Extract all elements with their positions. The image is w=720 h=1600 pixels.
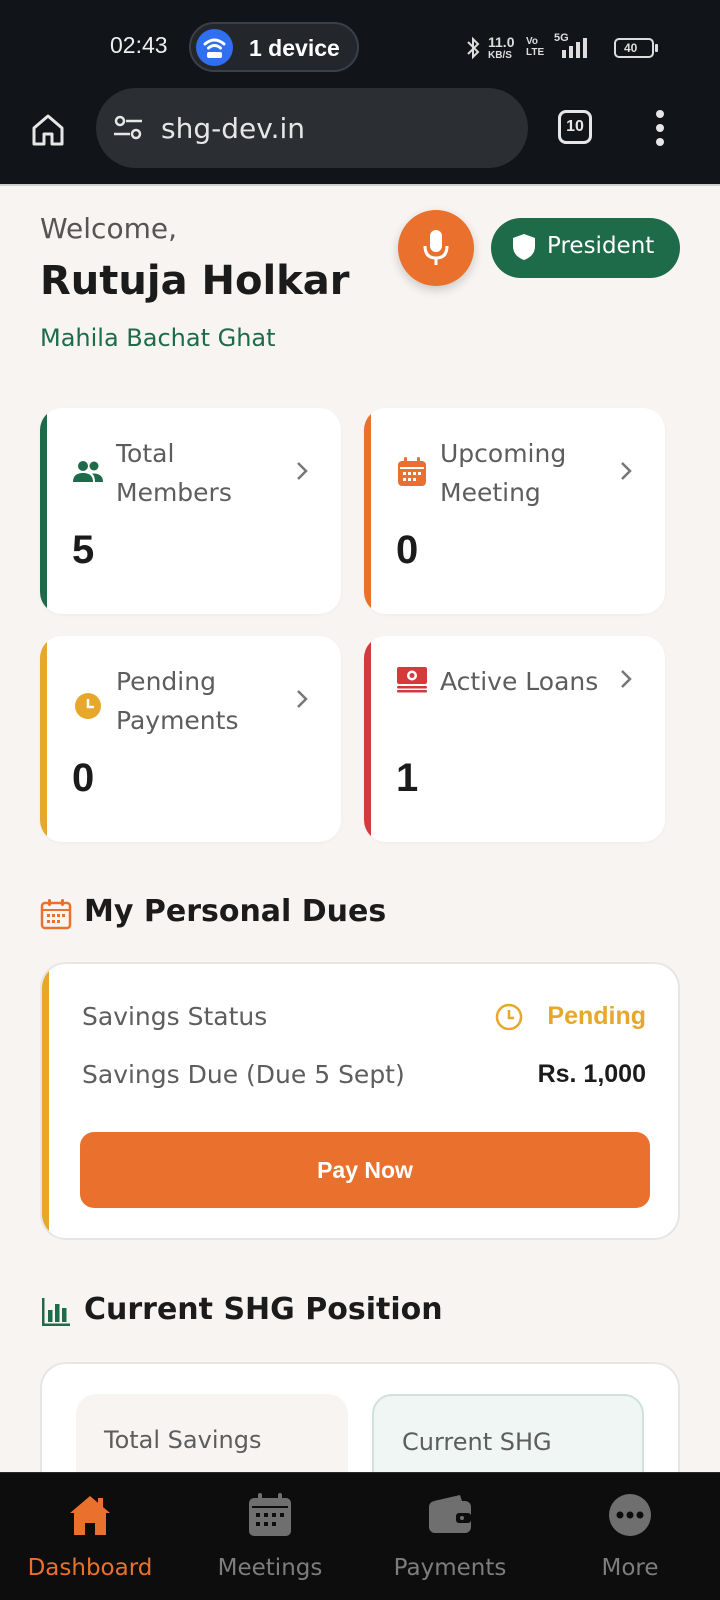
clock-icon — [495, 1003, 523, 1031]
chevron-right-icon — [621, 670, 632, 688]
nav-meetings[interactable]: Meetings — [180, 1473, 360, 1600]
status-time: 02:43 — [110, 32, 168, 58]
calendar-icon — [398, 457, 426, 486]
nav-more[interactable]: More — [540, 1473, 720, 1600]
section-title-personal-dues: My Personal Dues — [84, 894, 387, 929]
stat-title: Total Members — [116, 439, 232, 507]
stat-title: Upcoming Meeting — [440, 439, 567, 507]
bottom-navigation: Dashboard Meetings Payments More — [0, 1472, 720, 1600]
microphone-icon — [423, 230, 449, 265]
address-bar[interactable]: shg-dev.in — [96, 88, 528, 168]
volte-label: Vo LTE — [526, 36, 545, 58]
savings-status-label: Savings Status — [82, 1002, 268, 1031]
home-button[interactable] — [30, 112, 66, 148]
stat-title: Pending Payments — [116, 667, 239, 735]
stat-card-upcoming-meeting[interactable]: Upcoming Meeting 0 — [364, 408, 665, 614]
nav-label: More — [601, 1555, 659, 1581]
nav-label: Meetings — [217, 1555, 323, 1581]
home-icon — [70, 1496, 110, 1535]
role-badge: President — [491, 218, 680, 278]
shield-icon — [513, 234, 535, 260]
hotspot-label: 1 device — [249, 35, 340, 61]
stat-value: 0 — [72, 756, 95, 800]
bluetooth-icon — [467, 36, 480, 60]
calendar-icon — [40, 899, 72, 930]
site-settings-icon[interactable] — [112, 112, 144, 144]
bar-chart-icon — [42, 1298, 70, 1326]
battery-icon: 40 — [614, 38, 654, 58]
card-accent-bar — [364, 636, 371, 842]
card-accent-bar — [40, 636, 47, 842]
browser-toolbar: shg-dev.in 10 — [0, 88, 720, 186]
card-accent-bar — [40, 408, 47, 614]
calendar-icon — [249, 1493, 291, 1536]
battery-tip — [655, 44, 658, 52]
chevron-right-icon — [621, 462, 632, 480]
savings-due-label: Savings Due (Due 5 Sept) — [82, 1060, 405, 1089]
net-speed-unit: KB/S — [488, 50, 512, 61]
tile-label: Total Savings — [104, 1426, 262, 1454]
chevron-right-icon — [297, 462, 308, 480]
tab-switcher-button[interactable]: 10 — [558, 110, 592, 144]
stat-value: 1 — [396, 756, 419, 800]
stat-value: 0 — [396, 528, 419, 572]
net-speed-value: 11.0 — [488, 34, 515, 50]
status-bar: 02:43 1 device 11.0 KB/S Vo LTE 5G 40 — [0, 0, 720, 88]
group-name: Mahila Bachat Ghat — [40, 324, 276, 352]
voice-assistant-button[interactable] — [398, 210, 474, 286]
stat-card-total-members[interactable]: Total Members 5 — [40, 408, 341, 614]
nav-payments[interactable]: Payments — [360, 1473, 540, 1600]
savings-status-value: Pending — [547, 1002, 646, 1030]
chevron-right-icon — [297, 690, 308, 708]
stat-value: 5 — [72, 528, 95, 572]
stat-card-pending-payments[interactable]: Pending Payments 0 — [40, 636, 341, 842]
savings-due-amount: Rs. 1,000 — [537, 1060, 646, 1088]
wallet-icon — [429, 1495, 471, 1533]
hotspot-pill[interactable]: 1 device — [189, 22, 359, 72]
personal-dues-card: Savings Status Pending Savings Due (Due … — [40, 962, 680, 1240]
tile-label: Current SHG — [402, 1428, 552, 1456]
nav-label: Payments — [393, 1555, 507, 1581]
wifi-hotspot-icon — [196, 29, 233, 66]
toolbar-divider — [0, 184, 720, 186]
more-icon — [609, 1494, 651, 1536]
nav-label: Dashboard — [27, 1555, 153, 1581]
url-text: shg-dev.in — [161, 112, 306, 145]
welcome-text: Welcome, — [40, 212, 177, 245]
card-accent-bar — [42, 964, 49, 1238]
money-icon — [397, 667, 427, 693]
clock-icon — [75, 693, 101, 719]
stat-card-active-loans[interactable]: Active Loans 1 — [364, 636, 665, 842]
user-name: Rutuja Holkar — [40, 258, 350, 304]
battery-level: 40 — [624, 41, 638, 55]
browser-menu-icon[interactable] — [654, 108, 666, 148]
pay-now-button[interactable]: Pay Now — [80, 1132, 650, 1208]
signal-icon — [562, 38, 587, 58]
card-accent-bar — [364, 408, 371, 614]
section-title-shg-position: Current SHG Position — [84, 1292, 443, 1327]
members-icon — [73, 461, 103, 482]
role-label: President — [547, 233, 655, 259]
stat-title: Active Loans — [440, 667, 599, 696]
nav-dashboard[interactable]: Dashboard — [0, 1473, 180, 1600]
